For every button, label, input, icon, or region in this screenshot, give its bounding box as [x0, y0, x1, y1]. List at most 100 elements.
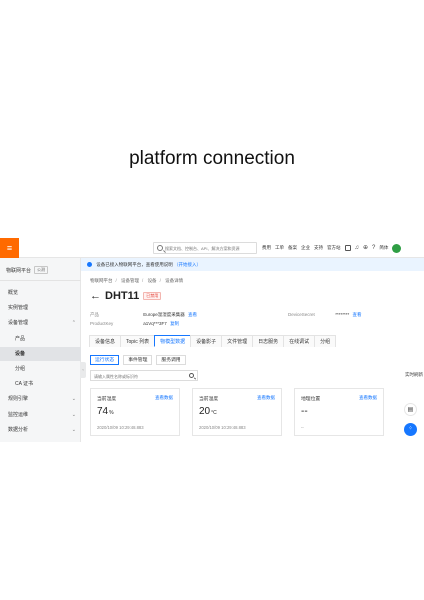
meta-productkey: ProductKey a1Vq***3F7 复制 [90, 321, 179, 327]
sidebar-item[interactable]: 概览 [0, 286, 81, 300]
sidebar: 物联网平台 公测 概览 实例管理 设备管理 ⌃ 产品 设备 分组 CA 证书 规则引擎 ⌄ 监控运维… [0, 258, 81, 442]
sidebar-badge: 公测 [34, 266, 49, 274]
property-value: 20°C [199, 406, 217, 417]
meta-devicesecret-label: DeviceSecret [288, 312, 315, 317]
tab[interactable]: 设备影子 [190, 335, 223, 347]
breadcrumb-item[interactable]: 物联网平台 [90, 278, 113, 283]
meta-product-label: 产品 [90, 312, 99, 317]
sidebar-item-label: 产品 [15, 335, 26, 342]
meta-devicesecret-link[interactable]: 查看 [353, 312, 362, 317]
property-value: 74% [97, 406, 114, 417]
meta-devicesecret: DeviceSecret ******** 查看 [288, 312, 362, 318]
top-bar: ≡ 费用 工单 备案 企业 支持 官方站 ♫ ⊕ ? 简体 [0, 238, 424, 258]
property-value-number: 74 [97, 406, 109, 417]
bell-icon[interactable]: ♫ [355, 245, 360, 251]
search-icon[interactable] [189, 373, 194, 378]
view-data-link[interactable]: 查看数据 [155, 395, 173, 401]
tab[interactable]: Topic 列表 [120, 335, 156, 347]
property-timestamp: 2020/10/09 10:29:48.883 [97, 425, 144, 430]
sidebar-item[interactable]: 数据分析 ⌄ [0, 423, 81, 437]
chat-icon[interactable]: ▤ [404, 403, 417, 416]
property-name: 当前湿度 [97, 397, 117, 402]
breadcrumb-item[interactable]: 设备 [148, 278, 157, 283]
property-timestamp: 2020/10/09 10:29:48.883 [199, 425, 246, 430]
back-arrow-icon[interactable]: ← [90, 290, 101, 302]
subtab[interactable]: 运行状态 [90, 355, 120, 365]
property-value-number: 20 [199, 406, 211, 417]
sidebar-item[interactable]: 分组 [0, 362, 81, 376]
sidebar-item[interactable]: 设备管理 ⌃ [0, 316, 81, 330]
sidebar-item-label: 规则引擎 [8, 396, 29, 403]
console-screenshot: ≡ 费用 工单 备案 企业 支持 官方站 ♫ ⊕ ? 简体 物联网平台 公测 概… [0, 238, 424, 442]
sidebar-item-label: 分组 [15, 366, 26, 372]
tab[interactable]: 分组 [314, 335, 337, 347]
meta-product-link[interactable]: 查看 [188, 312, 197, 317]
meta-productkey-label: ProductKey [90, 321, 114, 326]
copy-link[interactable]: 复制 [170, 321, 179, 326]
subtab[interactable]: 服务调用 [156, 355, 186, 365]
notice-text: 设备已接入物联网平台，查看使用说明 [96, 262, 173, 267]
sidebar-item-label: 数据分析 [8, 426, 29, 433]
slide-title: platform connection [129, 148, 295, 169]
sidebar-item-label: 实例管理 [8, 305, 29, 312]
view-data-link[interactable]: 查看数据 [359, 395, 377, 401]
sidebar-item[interactable]: 监控运维 ⌄ [0, 408, 81, 422]
realtime-refresh-label[interactable]: 实时刷新 [405, 372, 423, 378]
avatar[interactable] [392, 243, 402, 253]
top-link-official[interactable]: 官方站 [327, 245, 341, 251]
property-card: 当前温度 查看数据 20°C 2020/10/09 10:29:48.883 [192, 388, 282, 436]
meta-devicesecret-value: ******** [335, 312, 350, 317]
sidebar-item[interactable]: 实例管理 [0, 301, 81, 315]
tab[interactable]: 设备信息 [89, 335, 122, 347]
chevron-down-icon: ⌄ [71, 411, 76, 418]
meta-product: 产品 Europe温湿度采集器 查看 [90, 312, 197, 318]
menu-icon[interactable]: ≡ [0, 238, 19, 258]
tab[interactable]: 文件管理 [221, 335, 254, 347]
top-link-support[interactable]: 支持 [314, 245, 323, 251]
breadcrumb-item[interactable]: 设备管理 [121, 278, 139, 283]
sidebar-divider [0, 280, 81, 281]
info-icon [87, 262, 92, 268]
sidebar-product-name: 物联网平台 [6, 267, 32, 274]
meta-productkey-value: a1Vq***3F7 [143, 321, 167, 326]
chevron-up-icon: ⌃ [71, 320, 76, 327]
top-link-filing[interactable]: 备案 [288, 245, 297, 251]
message-icon[interactable] [344, 245, 351, 251]
property-name: 地理位置 [301, 397, 321, 402]
top-link-fees[interactable]: 费用 [262, 245, 271, 251]
help-icon[interactable]: ? [372, 245, 375, 251]
property-filter[interactable] [90, 370, 198, 381]
page-title: ← DHT11 已禁用 [90, 290, 162, 302]
search-input[interactable] [165, 244, 255, 252]
sidebar-item-label: 设备 [15, 350, 26, 357]
sidebar-item[interactable]: 产品 [0, 332, 81, 346]
meta-product-value: Europe温湿度采集器 [143, 312, 185, 317]
view-data-link[interactable]: 查看数据 [257, 395, 275, 401]
device-name: DHT11 [105, 290, 140, 302]
tab[interactable]: 在线调试 [283, 335, 316, 347]
sidebar-item[interactable]: 规则引擎 ⌄ [0, 392, 81, 406]
language-switch[interactable]: 简体 [379, 245, 388, 251]
subtab[interactable]: 事件管理 [123, 355, 153, 365]
sidebar-item-label: CA 证书 [15, 381, 34, 388]
breadcrumb-item: 设备详情 [165, 278, 184, 283]
tab[interactable]: 日志服务 [252, 335, 285, 347]
property-unit: % [109, 410, 114, 416]
sidebar-header: 物联网平台 公测 [6, 266, 49, 274]
sidebar-item[interactable]: 设备 [0, 346, 81, 361]
property-timestamp: -- [301, 425, 304, 430]
sidebar-item-label: 概览 [8, 290, 19, 296]
tab[interactable]: 物模型数据 [154, 335, 192, 347]
property-card: 地理位置 查看数据 -- -- [294, 388, 384, 436]
apps-icon[interactable]: ⁘ [404, 423, 417, 436]
property-filter-input[interactable] [94, 373, 184, 379]
sidebar-item-label: 设备管理 [8, 320, 29, 327]
notice-link[interactable]: （开始接入） [174, 262, 201, 267]
top-link-enterprise[interactable]: 企业 [301, 245, 310, 251]
property-value: -- [301, 406, 309, 417]
top-link-tickets[interactable]: 工单 [275, 245, 284, 251]
cart-icon[interactable]: ⊕ [363, 245, 368, 251]
global-search[interactable] [153, 242, 257, 254]
chevron-down-icon: ⌄ [71, 396, 76, 403]
sidebar-item[interactable]: CA 证书 [0, 377, 81, 391]
